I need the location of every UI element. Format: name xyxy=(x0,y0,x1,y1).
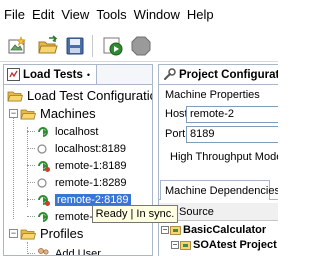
wrench-icon xyxy=(164,68,176,80)
tree-guide xyxy=(13,109,14,219)
menu-view[interactable]: View xyxy=(61,7,89,22)
machine-item[interactable]: remote-1:8189 xyxy=(35,157,127,174)
editor-tab-label: Project Configuratio xyxy=(179,68,278,81)
toolbar-separator xyxy=(92,35,93,57)
tree-root-label: Load Test Configuration xyxy=(27,88,153,103)
machine-connected-icon xyxy=(38,126,48,137)
machine-label: remote-1:8189 xyxy=(55,159,127,172)
stop-icon[interactable] xyxy=(130,35,152,57)
row-label: SOAtest Project xyxy=(193,239,277,251)
high-throughput-label: High Throughput Mode xyxy=(170,151,278,163)
tab-load-tests[interactable]: Load Tests • xyxy=(4,65,97,85)
project-icon xyxy=(170,225,181,235)
tab-label: Load Tests xyxy=(23,68,83,81)
tree-machines[interactable]: Machines xyxy=(20,105,96,122)
port-field[interactable]: 8189 xyxy=(186,125,278,143)
folder-open-icon xyxy=(20,109,36,119)
machine-item[interactable]: remote-1:8289 xyxy=(35,174,127,191)
folder-open-icon xyxy=(7,91,23,101)
collapse-icon[interactable]: − xyxy=(9,109,18,118)
machine-connected-icon xyxy=(38,194,50,206)
tree-guide xyxy=(27,216,35,217)
machine-label: remote-1:8289 xyxy=(55,176,127,189)
tree-profiles-label: Profiles xyxy=(40,226,84,241)
menu-window[interactable]: Window xyxy=(134,7,180,22)
tab-machine-dependencies[interactable]: Machine Dependencies xyxy=(160,180,278,200)
source-header-label: Source xyxy=(179,205,214,218)
new-project-icon[interactable] xyxy=(7,35,29,57)
machine-label: localhost:8189 xyxy=(55,142,126,155)
collapse-icon[interactable]: − xyxy=(9,229,18,238)
users-icon xyxy=(38,247,49,255)
project-configuration-editor: Project Configuratio Machine Properties … xyxy=(158,64,278,256)
tab-project-configuration[interactable]: Project Configuratio xyxy=(159,65,278,85)
machine-label: localhost xyxy=(55,125,99,138)
machine-idle-icon xyxy=(37,177,47,188)
profile-label: Add User xyxy=(55,247,101,256)
machine-item[interactable]: localhost xyxy=(35,123,98,140)
port-label: Port xyxy=(165,128,186,140)
toolbar xyxy=(0,28,278,62)
tree-guide xyxy=(27,165,35,166)
machine-label: remote-2:8189 xyxy=(55,193,131,206)
tree-guide xyxy=(27,127,28,207)
save-disk-icon[interactable] xyxy=(64,35,86,57)
dependencies-tab-strip: Machine Dependencies xyxy=(159,180,278,200)
tree-root[interactable]: Load Test Configuration xyxy=(7,87,153,104)
machine-item[interactable]: localhost:8189 xyxy=(35,140,126,157)
load-tests-icon xyxy=(7,68,20,81)
open-folder-icon[interactable] xyxy=(37,35,59,57)
table-row[interactable]: − SOAtest Project xyxy=(171,238,277,252)
machine-connected-icon xyxy=(38,211,48,222)
collapse-icon[interactable]: − xyxy=(161,226,169,234)
host-field[interactable]: remote-2 xyxy=(186,105,278,123)
row-label: BasicCalculator xyxy=(183,224,267,236)
tab-pin-icon[interactable]: • xyxy=(87,70,90,80)
machine-properties-heading: Machine Properties xyxy=(165,89,260,101)
tree-profiles[interactable]: Profiles xyxy=(20,225,83,242)
menu-tools[interactable]: Tools xyxy=(96,7,126,22)
tree-guide xyxy=(27,199,35,200)
tree-guide xyxy=(27,131,35,132)
project-icon xyxy=(180,240,191,250)
port-row: Port 8189 xyxy=(165,125,278,143)
table-row[interactable]: − BasicCalculator xyxy=(161,223,266,237)
profile-item[interactable]: Add User xyxy=(35,245,101,256)
tree-guide xyxy=(27,182,35,183)
load-tests-view: Load Tests • Load Test Configuration − M… xyxy=(3,64,153,256)
tree-guide xyxy=(27,148,35,149)
status-tooltip: Ready | In sync. xyxy=(92,205,178,223)
machine-idle-icon xyxy=(37,143,47,154)
tree-machines-label: Machines xyxy=(40,106,96,121)
machine-connected-icon xyxy=(38,160,50,172)
menu-help[interactable]: Help xyxy=(187,7,214,22)
folder-open-icon xyxy=(20,229,36,239)
menu-file[interactable]: File xyxy=(4,7,25,22)
host-label: Host xyxy=(165,108,188,120)
collapse-icon[interactable]: − xyxy=(171,241,179,249)
tab-strip xyxy=(97,65,152,85)
menu-edit[interactable]: Edit xyxy=(32,7,54,22)
menu-bar: File Edit View Tools Window Help xyxy=(0,0,278,28)
tree-guide xyxy=(27,253,35,254)
run-icon[interactable] xyxy=(102,35,124,57)
host-row: Host remote-2 xyxy=(165,105,278,123)
